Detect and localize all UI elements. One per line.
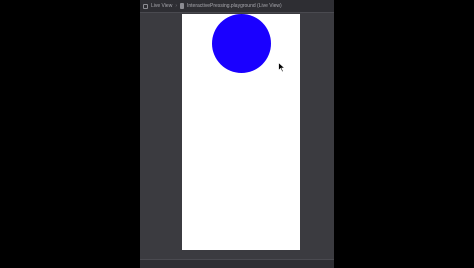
blue-circle[interactable] [212, 14, 271, 73]
breadcrumb-separator: › [175, 3, 177, 9]
live-view-icon [143, 3, 148, 9]
breadcrumb-playground-page[interactable]: InteractivePressing.playground (Live Vie… [187, 3, 282, 9]
title-bar: Live View › InteractivePressing.playgrou… [140, 0, 334, 13]
live-view-canvas[interactable] [182, 14, 300, 250]
breadcrumb-live-view[interactable]: Live View [151, 3, 172, 9]
playground-file-icon [179, 3, 184, 9]
playground-window: Live View › InteractivePressing.playgrou… [140, 0, 334, 268]
